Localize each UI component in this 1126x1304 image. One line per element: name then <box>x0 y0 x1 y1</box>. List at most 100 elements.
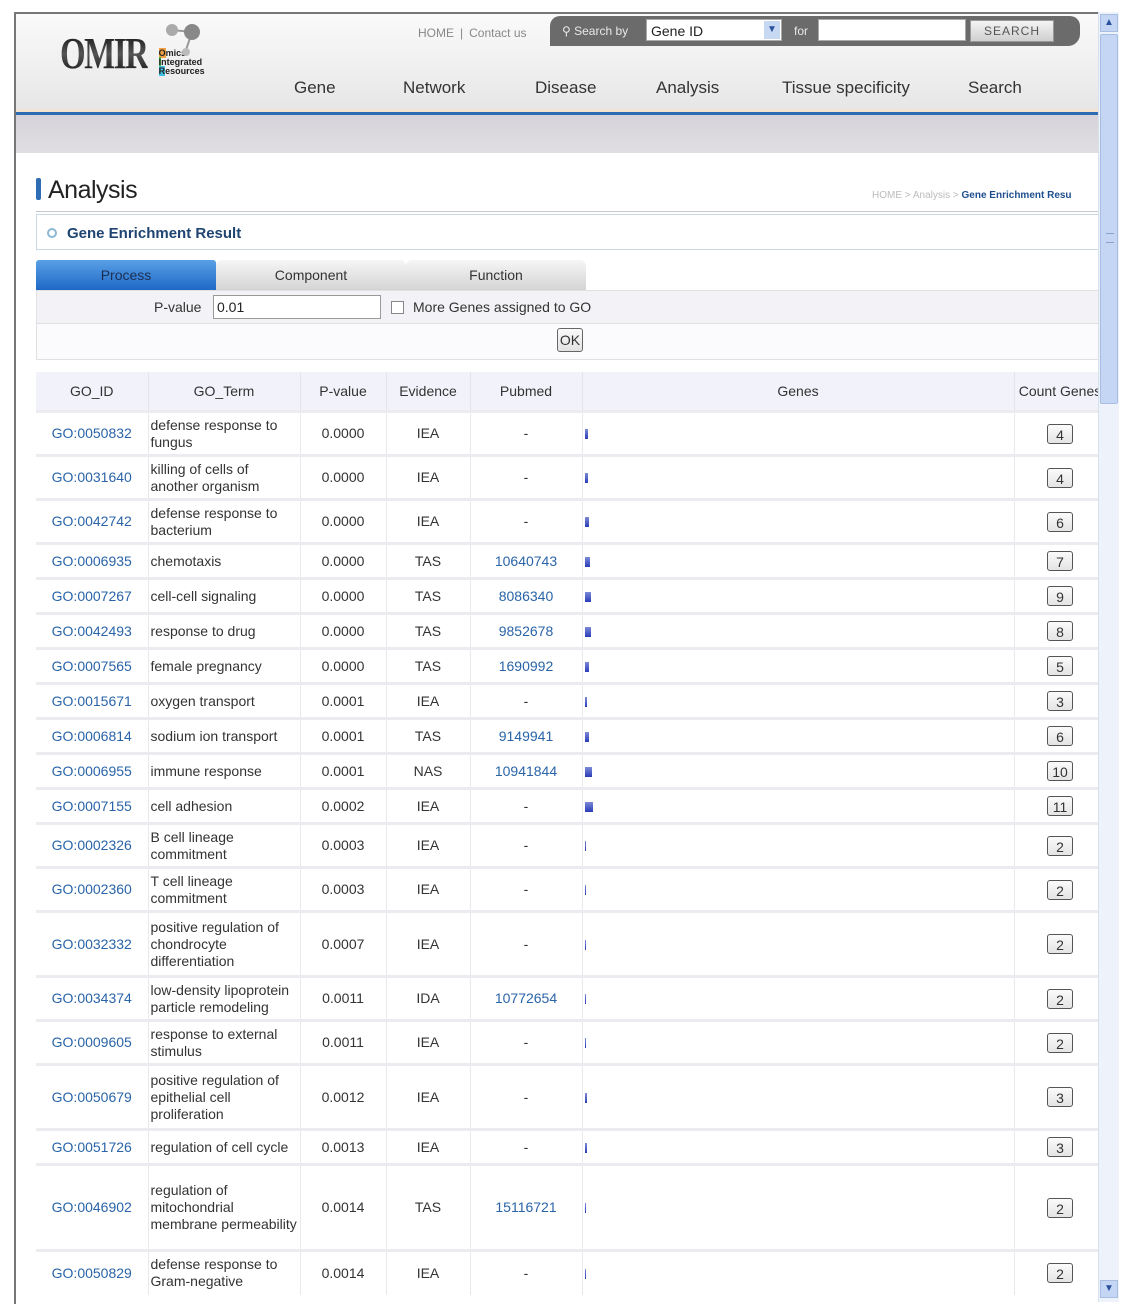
go-id-link[interactable]: GO:0006935 <box>36 542 149 579</box>
search-input[interactable] <box>818 19 966 41</box>
more-genes-checkbox[interactable] <box>391 301 404 314</box>
count-genes-button[interactable]: 3 <box>1047 1087 1073 1107</box>
count-genes-button[interactable]: 2 <box>1047 879 1073 900</box>
pubmed-empty: - <box>470 822 583 868</box>
go-id-link[interactable]: GO:0034374 <box>36 975 149 1021</box>
count-genes-button[interactable]: 2 <box>1047 1197 1073 1218</box>
home-link[interactable]: HOME <box>418 26 454 40</box>
nav-analysis[interactable]: Analysis <box>656 78 719 98</box>
go-id-link[interactable]: GO:0032332 <box>36 910 149 977</box>
search-button[interactable]: SEARCH <box>970 20 1054 42</box>
count-genes-button[interactable]: 5 <box>1047 656 1073 676</box>
go-id-link[interactable]: GO:0007565 <box>36 647 149 684</box>
pubmed-link[interactable]: 1690992 <box>470 647 583 684</box>
count-genes-button[interactable]: 3 <box>1047 1137 1073 1157</box>
scroll-up-icon[interactable]: ▲ <box>1100 14 1118 32</box>
pubmed-link[interactable]: 10640743 <box>470 542 583 579</box>
pvalue: 0.0003 <box>300 822 387 868</box>
pubmed-link[interactable]: 15116721 <box>470 1163 583 1251</box>
go-id-link[interactable]: GO:0046902 <box>36 1163 149 1251</box>
scroll-down-icon[interactable]: ▼ <box>1100 1280 1118 1298</box>
chevron-down-icon[interactable]: ▼ <box>764 21 780 39</box>
go-id-link[interactable]: GO:0050679 <box>36 1063 149 1130</box>
contact-link[interactable]: Contact us <box>469 26 526 40</box>
count-genes-button[interactable]: 2 <box>1047 934 1073 954</box>
count-genes-button[interactable]: 7 <box>1047 551 1073 571</box>
scrollbar-thumb[interactable] <box>1100 34 1118 404</box>
count-genes-button[interactable]: 2 <box>1047 835 1073 856</box>
pvalue: 0.0002 <box>300 787 387 824</box>
count-genes-button[interactable]: 4 <box>1047 423 1073 444</box>
go-id-link[interactable]: GO:0050829 <box>36 1249 149 1295</box>
go-id-link[interactable]: GO:0015671 <box>36 682 149 719</box>
title-bar-icon <box>36 178 41 200</box>
pubmed-link[interactable]: 8086340 <box>470 577 583 614</box>
col-pvalue[interactable]: P-value <box>300 372 387 412</box>
go-id-link[interactable]: GO:0009605 <box>36 1019 149 1065</box>
go-id-link[interactable]: GO:0002360 <box>36 866 149 912</box>
tab-component[interactable]: Component <box>216 260 406 290</box>
pubmed-empty: - <box>470 1019 583 1065</box>
count-cell: 2 <box>1014 910 1100 977</box>
search-by-select[interactable]: Gene ID ▼ <box>646 19 782 41</box>
count-genes-button[interactable]: 2 <box>1047 1263 1073 1284</box>
go-id-link[interactable]: GO:0042742 <box>36 498 149 544</box>
ok-button[interactable]: OK <box>557 328 583 352</box>
go-term: killing of cells of another organism <box>148 454 301 500</box>
count-genes-button[interactable]: 3 <box>1047 691 1073 711</box>
evidence-code: IEA <box>386 410 471 456</box>
count-genes-button[interactable]: 9 <box>1047 586 1073 606</box>
count-genes-button[interactable]: 11 <box>1047 796 1073 816</box>
nav-search[interactable]: Search <box>968 78 1022 98</box>
count-genes-button[interactable]: 10 <box>1047 761 1073 781</box>
count-genes-button[interactable]: 8 <box>1047 621 1073 641</box>
go-term: positive regulation of chondrocyte diffe… <box>148 910 301 977</box>
pubmed-link[interactable]: 9149941 <box>470 717 583 754</box>
count-genes-button[interactable]: 2 <box>1047 1032 1073 1053</box>
count-genes-button[interactable]: 6 <box>1047 511 1073 532</box>
col-go-term[interactable]: GO_Term <box>148 372 301 412</box>
go-id-link[interactable]: GO:0007267 <box>36 577 149 614</box>
go-id-link[interactable]: GO:0051726 <box>36 1128 149 1165</box>
count-genes-button[interactable]: 4 <box>1047 467 1073 488</box>
col-go-id[interactable]: GO_ID <box>36 372 149 412</box>
nav-disease[interactable]: Disease <box>535 78 596 98</box>
gene-count-bar <box>584 1092 587 1103</box>
go-id-link[interactable]: GO:0050832 <box>36 410 149 456</box>
go-id-link[interactable]: GO:0042493 <box>36 612 149 649</box>
logo-text: OMIR <box>60 29 149 78</box>
table-row: GO:0002326 B cell lineage commitment 0.000… <box>36 822 1100 868</box>
pubmed-link[interactable]: 10772654 <box>470 975 583 1021</box>
count-cell: 3 <box>1014 682 1100 719</box>
pubmed-link[interactable]: 10941844 <box>470 752 583 789</box>
go-id-link[interactable]: GO:0006814 <box>36 717 149 754</box>
gene-count-bar <box>584 1203 586 1214</box>
nav-network[interactable]: Network <box>403 78 465 98</box>
nav-tissue-specificity[interactable]: Tissue specificity <box>782 78 910 98</box>
tab-process[interactable]: Process <box>36 260 216 290</box>
tab-function[interactable]: Function <box>406 260 586 290</box>
col-pubmed[interactable]: Pubmed <box>470 372 583 412</box>
nav-gene[interactable]: Gene <box>294 78 336 98</box>
vertical-scrollbar[interactable]: ▲ ▼ <box>1098 12 1119 1302</box>
col-evidence[interactable]: Evidence <box>386 372 471 412</box>
go-id-link[interactable]: GO:0002326 <box>36 822 149 868</box>
go-id-link[interactable]: GO:0031640 <box>36 454 149 500</box>
breadcrumb-home[interactable]: HOME <box>872 190 902 201</box>
site-header: OMIR Omics Integrated Resources HOME | Con… <box>16 14 1100 112</box>
count-genes-button[interactable]: 6 <box>1047 726 1073 746</box>
count-cell: 8 <box>1014 612 1100 649</box>
count-cell: 3 <box>1014 1128 1100 1165</box>
go-id-link[interactable]: GO:0007155 <box>36 787 149 824</box>
table-row: GO:0046902 regulation of mitochondrial me… <box>36 1163 1100 1251</box>
count-genes-button[interactable]: 2 <box>1047 988 1073 1009</box>
breadcrumb-analysis[interactable]: Analysis <box>913 190 950 201</box>
pubmed-empty: - <box>470 410 583 456</box>
pubmed-link[interactable]: 9852678 <box>470 612 583 649</box>
go-id-link[interactable]: GO:0006955 <box>36 752 149 789</box>
table-row: GO:0032332 positive regulation of chondro… <box>36 910 1100 977</box>
evidence-code: IEA <box>386 1249 471 1295</box>
table-row: GO:0007267 cell-cell signaling 0.0000 TAS 80… <box>36 577 1100 614</box>
pvalue-input[interactable]: 0.01 <box>213 295 381 319</box>
genes-cell <box>582 682 1015 719</box>
